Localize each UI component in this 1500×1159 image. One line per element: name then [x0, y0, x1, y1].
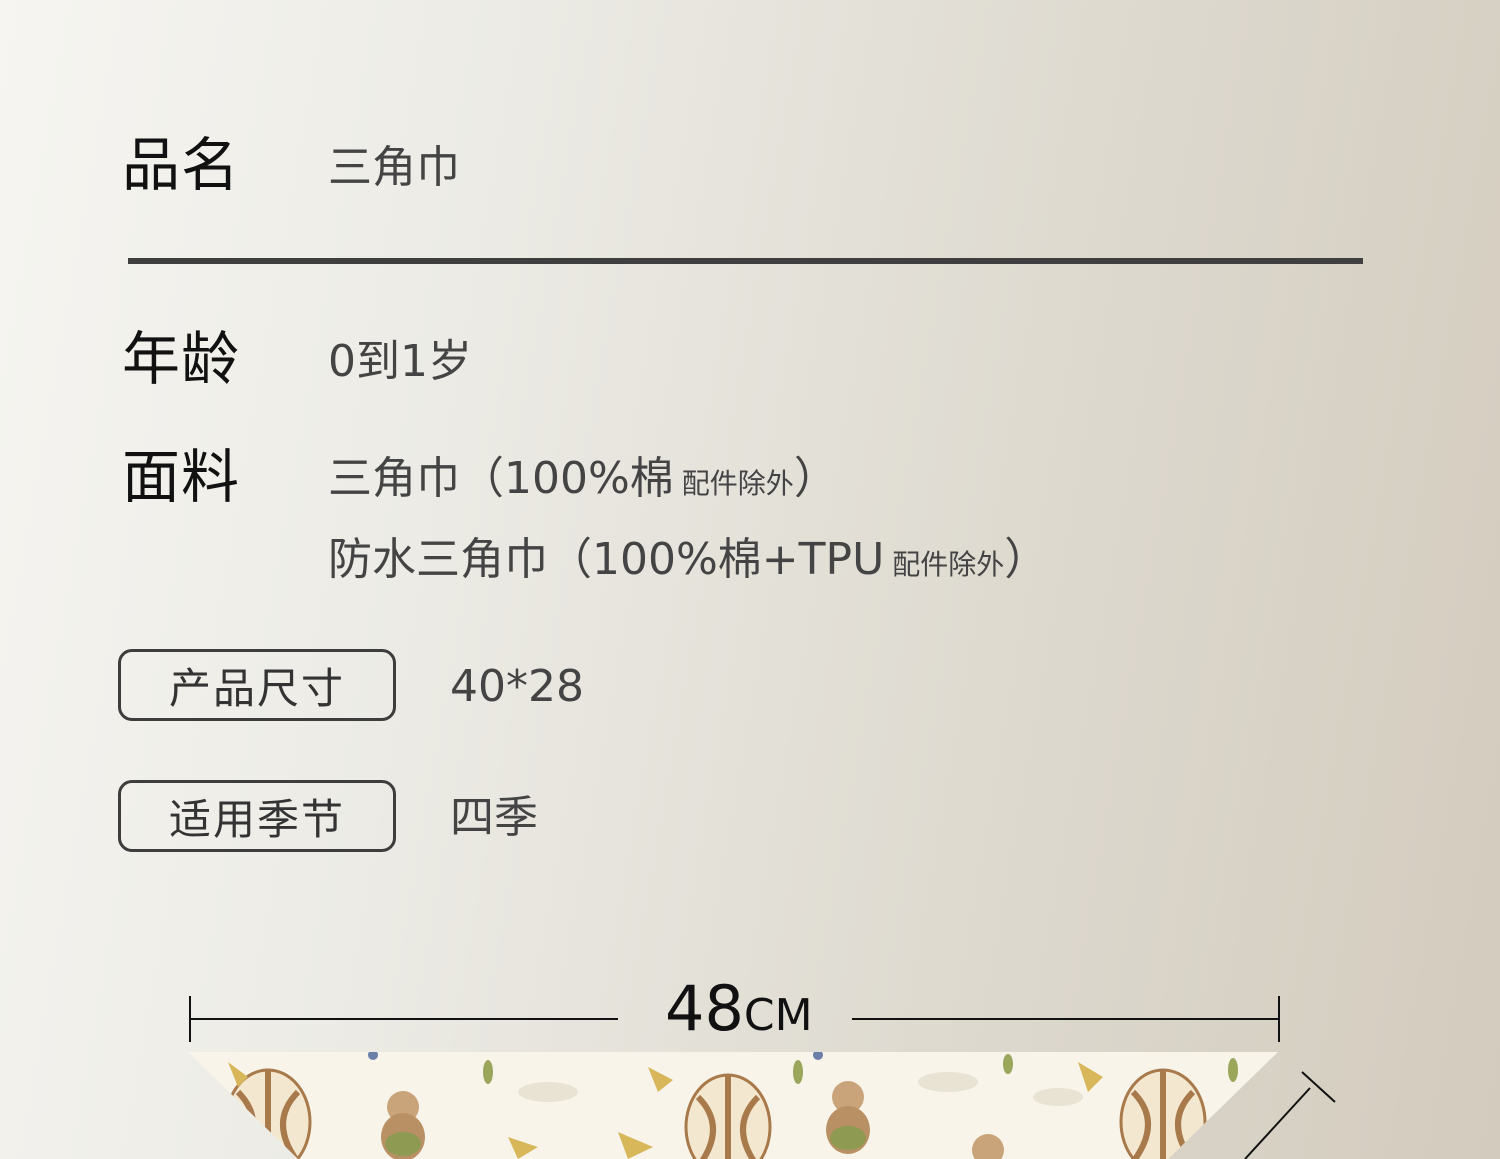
width-dimension: 48CM	[665, 978, 813, 1040]
width-unit: CM	[743, 990, 813, 1041]
bib-fabric-image	[188, 1052, 1278, 1159]
width-value: 48	[665, 972, 744, 1045]
